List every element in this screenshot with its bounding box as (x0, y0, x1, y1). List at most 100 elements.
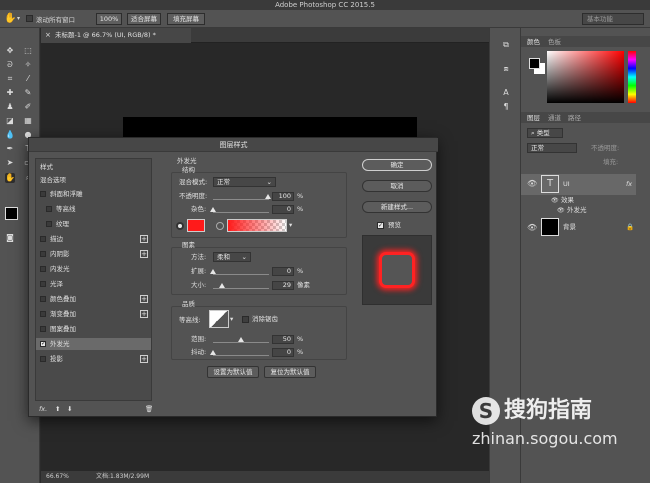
new-style-button[interactable]: 新建样式... (362, 201, 432, 213)
noise-slider[interactable] (213, 212, 269, 213)
tab-swatches[interactable]: 色板 (548, 37, 561, 47)
crop-tool-icon[interactable]: ⌗ (5, 74, 15, 84)
inner-glow-checkbox[interactable] (40, 266, 46, 272)
eye-icon-effects[interactable]: 👁 (551, 196, 559, 205)
tab-channels[interactable]: 通道 (548, 113, 561, 123)
layer-kind-filter[interactable]: ⌕ 类型 (527, 128, 563, 138)
solid-color-radio[interactable] (176, 222, 184, 230)
properties-panel-icon[interactable]: ⧈ (501, 64, 511, 74)
tab-paths[interactable]: 路径 (568, 113, 581, 123)
spread-input[interactable]: 0 (272, 267, 294, 276)
lasso-tool-icon[interactable]: ᘐ (5, 60, 15, 70)
size-input[interactable]: 29 (272, 281, 294, 290)
gradient-overlay-checkbox[interactable] (40, 311, 46, 317)
blend-mode-select[interactable]: 正常 ⌄ (213, 177, 276, 187)
close-tab-icon[interactable]: × (45, 28, 51, 43)
add-inner-shadow-icon[interactable]: + (140, 250, 148, 258)
move-up-icon[interactable]: ⬆ (55, 405, 60, 414)
paragraph-panel-icon[interactable]: ¶ (501, 102, 511, 112)
size-slider[interactable] (213, 288, 269, 289)
layer-fx-badge[interactable]: fx (626, 180, 632, 189)
size-slider-knob[interactable] (219, 283, 225, 288)
pattern-overlay-checkbox[interactable] (40, 326, 46, 332)
style-inner-shadow[interactable]: 内阴影 + (36, 248, 151, 260)
tool-preset-arrow-icon[interactable]: ▾ (17, 15, 20, 22)
gradient-picker[interactable] (227, 219, 287, 232)
contour-checkbox[interactable] (46, 206, 52, 212)
hue-slider[interactable] (628, 51, 636, 103)
noise-input[interactable]: 0 (272, 205, 294, 214)
range-input[interactable]: 50 (272, 335, 294, 344)
antialias-checkbox[interactable] (242, 316, 249, 323)
opacity-slider[interactable] (213, 199, 269, 200)
jitter-slider[interactable] (213, 355, 269, 356)
layer-effect-outer-glow[interactable]: 外发光 (567, 206, 587, 215)
jitter-input[interactable]: 0 (272, 348, 294, 357)
drop-shadow-checkbox[interactable] (40, 356, 46, 362)
style-bevel-emboss[interactable]: 斜面和浮雕 (36, 188, 151, 200)
style-color-overlay[interactable]: 颜色叠加 + (36, 293, 151, 305)
hand-tool-icon[interactable]: ✋ (4, 13, 16, 24)
set-default-button[interactable]: 设置为默认值 (207, 366, 259, 378)
panel-foreground-swatch[interactable] (529, 58, 540, 69)
scroll-all-checkbox[interactable] (26, 15, 33, 22)
gradient-dropdown-icon[interactable]: ▾ (289, 221, 292, 230)
color-overlay-checkbox[interactable] (40, 296, 46, 302)
gradient-radio[interactable] (216, 222, 224, 230)
document-tab[interactable]: × 未标题-1 @ 66.7% (UI, RGB/8) * (41, 28, 191, 43)
fx-menu-button[interactable]: fx. (39, 405, 47, 414)
pen-tool-icon[interactable]: ✒ (5, 144, 15, 154)
quick-mask-icon[interactable]: ◙ (5, 233, 15, 243)
color-spectrum-field[interactable] (547, 51, 624, 103)
style-pattern-overlay[interactable]: 图案叠加 (36, 323, 151, 335)
stamp-tool-icon[interactable]: ♟ (5, 102, 15, 112)
move-tool-icon[interactable]: ✥ (5, 46, 15, 56)
brush-tool-icon[interactable]: ✎ (23, 88, 33, 98)
preview-checkbox[interactable]: ✓ (377, 222, 384, 229)
style-outer-glow-selected[interactable]: ✓ 外发光 (36, 338, 151, 350)
method-select[interactable]: 柔和 ⌄ (213, 252, 251, 262)
reset-default-button[interactable]: 复位为默认值 (264, 366, 316, 378)
cancel-button[interactable]: 取消 (362, 180, 432, 192)
add-stroke-icon[interactable]: + (140, 235, 148, 243)
layer-name-ui[interactable]: UI (563, 180, 570, 189)
ok-button[interactable]: 确定 (362, 159, 432, 171)
contour-picker[interactable] (209, 310, 229, 328)
glow-color-swatch[interactable] (187, 219, 205, 232)
hand-tool-active-icon[interactable]: ✋ (5, 173, 15, 183)
opacity-slider-knob[interactable] (265, 194, 271, 199)
jitter-slider-knob[interactable] (210, 350, 216, 355)
outer-glow-checkbox-checked[interactable]: ✓ (40, 341, 46, 347)
marquee-tool-icon[interactable]: ⬚ (23, 46, 33, 56)
character-panel-icon[interactable]: A (501, 88, 511, 98)
layer-blend-mode-select[interactable]: 正常 (527, 143, 577, 153)
fit-screen-button[interactable]: 适合屏幕 (127, 13, 161, 25)
style-satin[interactable]: 光泽 (36, 278, 151, 290)
trash-icon[interactable]: 🗑 (145, 405, 153, 414)
style-inner-glow[interactable]: 内发光 (36, 263, 151, 275)
style-contour[interactable]: 等高线 (36, 203, 151, 215)
canvas-content[interactable] (123, 117, 417, 139)
spread-slider-knob[interactable] (210, 269, 216, 274)
opacity-input[interactable]: 100 (272, 192, 294, 201)
workspace-select[interactable]: 基本功能 (582, 13, 644, 25)
eye-icon-outer-glow[interactable]: 👁 (557, 206, 565, 215)
gradient-tool-icon[interactable]: ▦ (23, 116, 33, 126)
eraser-tool-icon[interactable]: ◪ (5, 116, 15, 126)
satin-checkbox[interactable] (40, 281, 46, 287)
stroke-checkbox[interactable] (40, 236, 46, 242)
texture-checkbox[interactable] (46, 221, 52, 227)
blur-tool-icon[interactable]: 💧 (5, 130, 15, 140)
magic-wand-tool-icon[interactable]: ✧ (23, 60, 33, 70)
healing-tool-icon[interactable]: ✚ (5, 88, 15, 98)
add-gradient-overlay-icon[interactable]: + (140, 310, 148, 318)
blend-options-item[interactable]: 混合选项 (36, 174, 151, 186)
layer-row-ui[interactable] (521, 174, 636, 195)
history-brush-icon[interactable]: ✐ (23, 102, 33, 112)
status-zoom[interactable]: 66.67% (46, 471, 69, 483)
zoom-100-button[interactable]: 100% (96, 13, 122, 25)
layer-name-background[interactable]: 背景 (563, 223, 576, 232)
tab-color[interactable]: 颜色 (527, 37, 540, 47)
styles-header[interactable]: 样式 (36, 161, 151, 173)
tab-layers[interactable]: 图层 (527, 113, 540, 123)
